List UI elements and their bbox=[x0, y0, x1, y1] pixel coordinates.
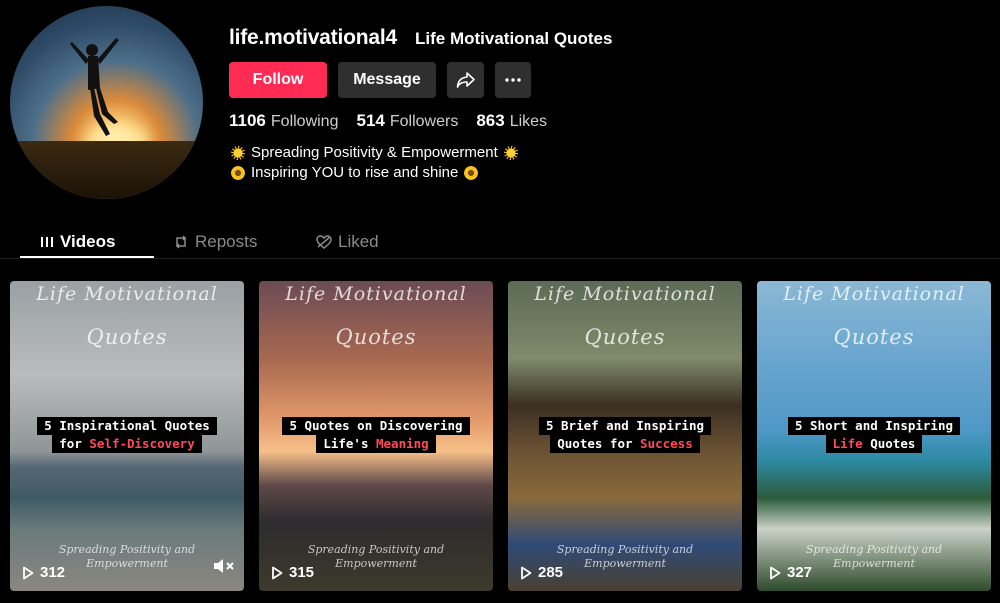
video-caption-highlight: Meaning bbox=[376, 436, 429, 451]
display-name: Life Motivational Quotes bbox=[415, 29, 613, 48]
sunflower-emoji-icon bbox=[464, 166, 479, 180]
video-card[interactable]: Life Motivational Quotes 5 Brief and Ins… bbox=[508, 281, 742, 591]
profile-stats: 1106 Following 514 Followers 863 Likes bbox=[229, 111, 547, 131]
share-button[interactable] bbox=[447, 62, 484, 98]
video-caption-highlight: Life bbox=[832, 436, 863, 451]
video-script-title: Life Motivational bbox=[36, 283, 218, 305]
video-view-count: 315 bbox=[271, 564, 314, 581]
heart-hidden-icon bbox=[316, 235, 332, 249]
tab-reposts-label: Reposts bbox=[195, 232, 258, 251]
stat-followers[interactable]: 514 Followers bbox=[356, 111, 458, 131]
share-arrow-icon bbox=[456, 72, 475, 88]
tab-liked[interactable]: Liked bbox=[301, 226, 441, 258]
stat-likes-count: 863 bbox=[476, 111, 505, 130]
stat-following-label: Following bbox=[270, 113, 339, 130]
video-script-subtitle: Quotes bbox=[86, 325, 168, 349]
video-caption: 5 Quotes on Discovering Life's Meaning bbox=[259, 417, 493, 453]
play-icon bbox=[23, 566, 34, 579]
video-view-count: 285 bbox=[520, 564, 563, 581]
video-script-title: Life Motivational bbox=[783, 283, 965, 305]
bio-line: Spreading Positivity & Empowerment bbox=[231, 143, 518, 163]
profile-page: life.motivational4 Life Motivational Quo… bbox=[0, 0, 1000, 603]
stat-following[interactable]: 1106 Following bbox=[229, 111, 338, 131]
video-views: 327 bbox=[787, 564, 813, 581]
video-card[interactable]: Life Motivational Quotes 5 Inspirational… bbox=[10, 281, 244, 591]
video-footer-line1: Spreading Positivity and bbox=[556, 543, 694, 556]
sunflower-emoji-icon bbox=[231, 166, 245, 180]
tab-videos-label: Videos bbox=[60, 232, 116, 251]
profile-avatar[interactable] bbox=[10, 6, 203, 199]
video-caption-line2: for Self-Discovery bbox=[52, 435, 202, 453]
video-script-subtitle: Quotes bbox=[833, 325, 915, 349]
stat-likes: 863 Likes bbox=[476, 111, 547, 131]
video-caption-line1: 5 Inspirational Quotes bbox=[37, 417, 217, 435]
more-options-button[interactable] bbox=[495, 62, 531, 98]
grid-icon bbox=[41, 237, 53, 247]
video-footer-line1: Spreading Positivity and bbox=[307, 543, 445, 556]
stat-followers-count: 514 bbox=[356, 111, 385, 130]
video-caption: 5 Brief and Inspiring Quotes for Success bbox=[508, 417, 742, 453]
video-script-title: Life Motivational bbox=[534, 283, 716, 305]
video-script-subtitle: Quotes bbox=[335, 325, 417, 349]
video-caption: 5 Short and Inspiring Life Quotes bbox=[757, 417, 991, 453]
video-caption-line2: Life's Meaning bbox=[316, 435, 436, 453]
profile-bio: Spreading Positivity & Empowerment Inspi… bbox=[231, 143, 518, 183]
sun-emoji-icon bbox=[503, 146, 518, 160]
ellipsis-icon bbox=[505, 78, 521, 82]
video-caption-highlight: Success bbox=[640, 436, 693, 451]
video-caption-highlight: Self-Discovery bbox=[89, 436, 195, 451]
jumping-person-icon bbox=[70, 38, 119, 136]
video-caption: 5 Inspirational Quotes for Self-Discover… bbox=[10, 417, 244, 453]
bio-text-2: Inspiring YOU to rise and shine bbox=[251, 164, 459, 181]
video-script-title: Life Motivational bbox=[285, 283, 467, 305]
sun-emoji-icon bbox=[231, 146, 245, 160]
stat-likes-label: Likes bbox=[509, 113, 548, 130]
tab-videos[interactable]: Videos bbox=[20, 226, 154, 258]
video-views: 285 bbox=[538, 564, 564, 581]
video-footer-line1: Spreading Positivity and bbox=[58, 543, 196, 556]
video-view-count: 327 bbox=[769, 564, 812, 581]
video-caption-prefix: Life's bbox=[323, 436, 376, 451]
video-view-count: 312 bbox=[22, 564, 65, 581]
bio-text-1: Spreading Positivity & Empowerment bbox=[251, 144, 498, 161]
tab-liked-label: Liked bbox=[338, 232, 379, 251]
username: life.motivational4 bbox=[229, 26, 397, 49]
video-script-subtitle: Quotes bbox=[584, 325, 666, 349]
stat-following-count: 1106 bbox=[229, 111, 266, 130]
video-caption-line1: 5 Brief and Inspiring bbox=[538, 417, 712, 435]
play-icon bbox=[770, 566, 781, 579]
speaker-muted-icon bbox=[214, 559, 234, 573]
video-views: 315 bbox=[289, 564, 315, 581]
message-button[interactable]: Message bbox=[338, 62, 436, 98]
bio-line: Inspiring YOU to rise and shine bbox=[231, 163, 518, 183]
video-caption-prefix: Quotes for bbox=[557, 436, 641, 451]
play-icon bbox=[272, 566, 283, 579]
video-caption-suffix: Quotes bbox=[862, 436, 916, 451]
tabs-divider bbox=[0, 258, 1000, 259]
follow-button[interactable]: Follow bbox=[229, 62, 327, 98]
video-card[interactable]: Life Motivational Quotes 5 Short and Ins… bbox=[757, 281, 991, 591]
video-caption-line2: Life Quotes bbox=[825, 435, 923, 453]
stat-followers-label: Followers bbox=[389, 113, 459, 130]
video-footer-line1: Spreading Positivity and bbox=[805, 543, 943, 556]
video-caption-line1: 5 Short and Inspiring bbox=[787, 417, 961, 435]
video-caption-line2: Quotes for Success bbox=[550, 435, 700, 453]
mute-button[interactable] bbox=[213, 558, 235, 579]
video-caption-line1: 5 Quotes on Discovering bbox=[282, 417, 470, 435]
repost-icon bbox=[175, 235, 187, 249]
profile-tabs: Videos Reposts Liked bbox=[20, 226, 441, 258]
video-views: 312 bbox=[40, 564, 66, 581]
tab-reposts[interactable]: Reposts bbox=[154, 226, 301, 258]
play-icon bbox=[521, 566, 532, 579]
video-card[interactable]: Life Motivational Quotes 5 Quotes on Dis… bbox=[259, 281, 493, 591]
video-caption-prefix: for bbox=[59, 436, 90, 451]
